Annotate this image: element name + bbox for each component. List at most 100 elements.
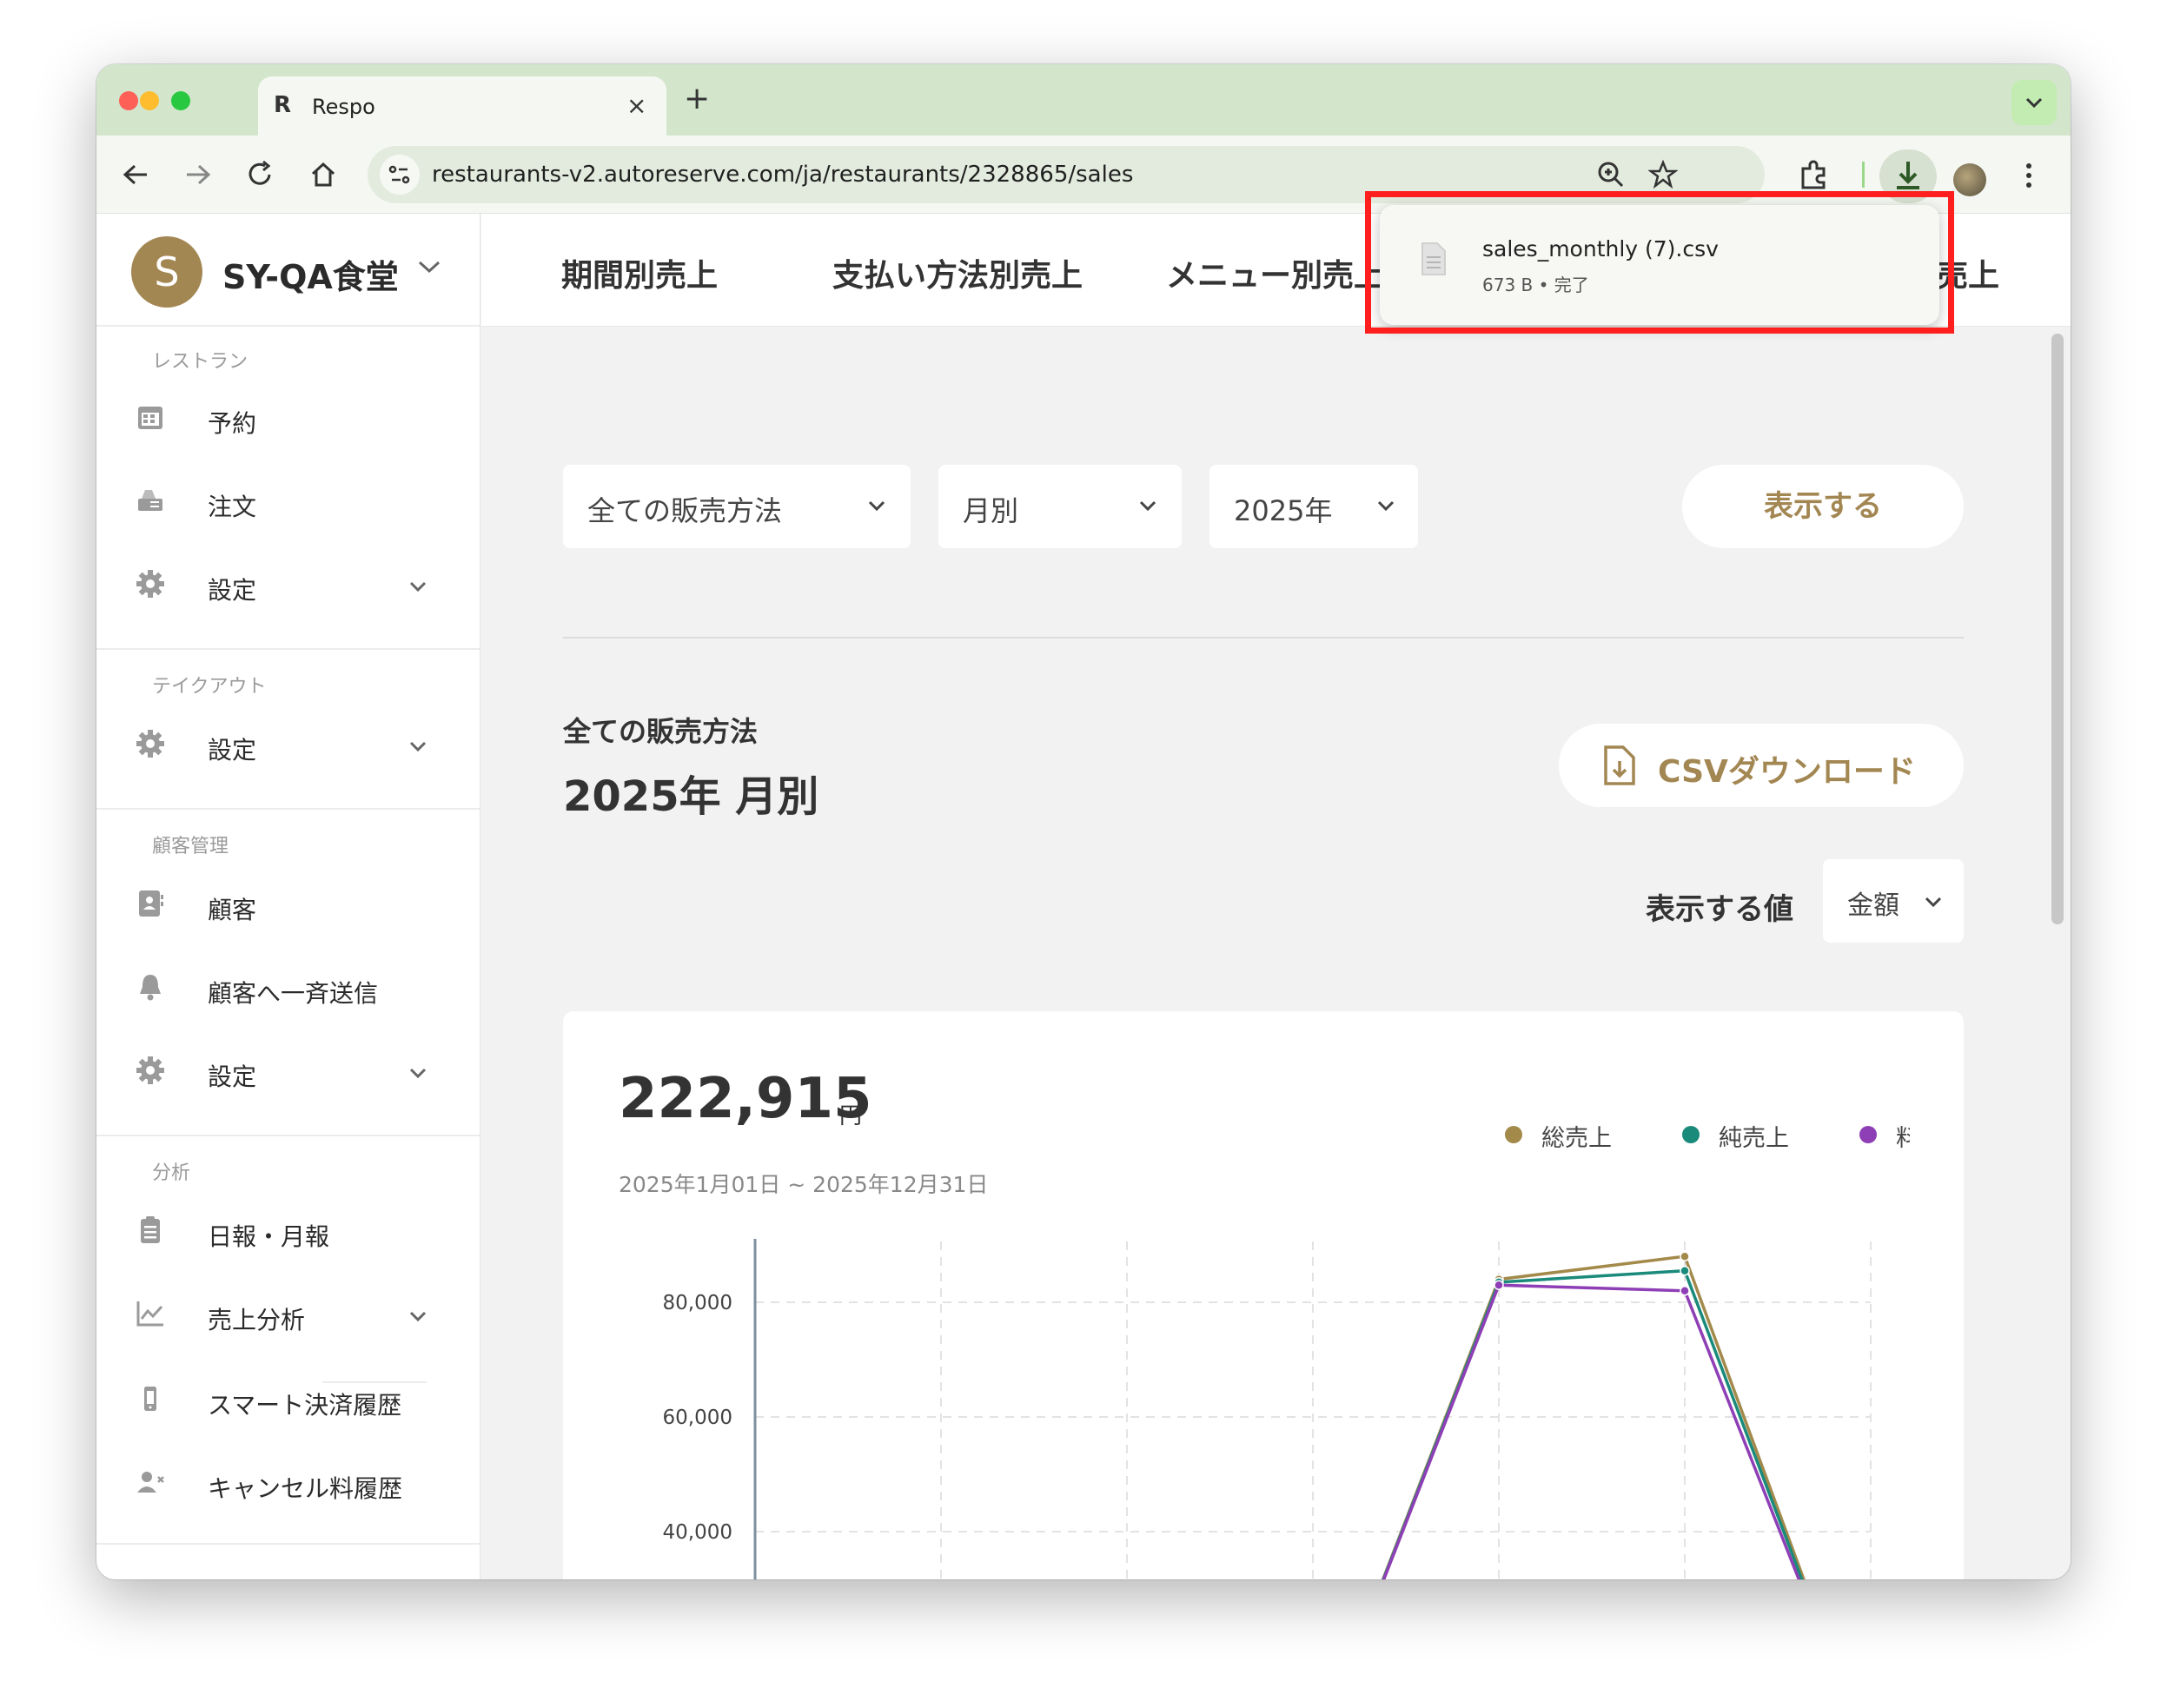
tab-search-button[interactable] — [2011, 80, 2057, 125]
zoom-window-button[interactable] — [171, 91, 190, 110]
back-icon[interactable] — [121, 162, 150, 188]
sidebar-item-sales-analysis[interactable]: 売上分析 — [96, 1286, 480, 1347]
sidebar-divider — [96, 325, 480, 327]
sidebar-item-order[interactable]: 注文 — [96, 473, 480, 533]
zoom-icon[interactable] — [1596, 160, 1626, 189]
sidebar-item-label: 顧客 — [208, 896, 257, 924]
close-tab-icon[interactable]: × — [626, 91, 646, 120]
chevron-down-icon — [1377, 500, 1395, 512]
main-content: 全ての販売方法 月別 2025年 表示する 全ての販売方法 2025年 月別 C… — [481, 328, 2071, 1579]
year-select[interactable]: 2025年 — [1209, 465, 1418, 548]
sidebar-item-label: 顧客へ一斉送信 — [208, 979, 379, 1008]
browser-tab[interactable]: R Respo × — [258, 76, 666, 136]
report-title: 2025年 月別 — [563, 772, 819, 821]
sidebar-item-broadcast[interactable]: 顧客へ一斉送信 — [96, 959, 480, 1020]
url-text: restaurants-v2.autoreserve.com/ja/restau… — [432, 162, 1134, 188]
sidebar-item-settings-customer[interactable]: 設定 — [96, 1043, 480, 1103]
gear-icon — [136, 570, 164, 598]
tab-bar: R Respo × + — [96, 64, 2071, 136]
data-point — [1680, 1251, 1690, 1261]
sidebar-divider — [96, 1135, 480, 1136]
sidebar-item-daily-monthly[interactable]: 日報・月報 — [96, 1202, 480, 1263]
value-select-value: 金額 — [1847, 890, 1899, 921]
chevron-down-icon — [1139, 500, 1156, 512]
csv-download-button[interactable]: CSVダウンロード — [1559, 724, 1964, 807]
minimize-window-button[interactable] — [140, 91, 159, 110]
show-button[interactable]: 表示する — [1682, 465, 1964, 548]
sales-method-select[interactable]: 全ての販売方法 — [563, 465, 911, 548]
restaurant-logo: S — [131, 236, 202, 308]
sidebar-divider — [96, 808, 480, 810]
new-tab-button[interactable]: + — [684, 83, 710, 115]
sidebar-item-smart-payment[interactable]: スマート決済履歴 — [96, 1371, 480, 1432]
browser-window: R Respo × + restaurants-v2.autoreserve.c… — [96, 64, 2071, 1579]
sales-method-value: 全ての販売方法 — [587, 494, 783, 527]
scrollbar[interactable] — [2051, 334, 2064, 924]
report-method-label: 全ての販売方法 — [563, 715, 759, 748]
more-menu-icon[interactable] — [2022, 160, 2036, 191]
y-tick-label: 60,000 — [663, 1407, 732, 1429]
sidebar-divider — [96, 648, 480, 650]
y-tick-label: 40,000 — [663, 1521, 732, 1544]
clipboard-icon — [141, 1216, 160, 1243]
sidebar-item-label: 設定 — [208, 736, 257, 765]
respo-favicon-icon: R — [274, 92, 292, 118]
extensions-icon[interactable] — [1796, 158, 1831, 193]
calendar-icon — [138, 407, 162, 429]
sidebar-item-label: 設定 — [208, 1063, 257, 1091]
bookmark-star-icon[interactable] — [1648, 160, 1678, 189]
csv-button-label: CSVダウンロード — [1658, 754, 1916, 790]
highlight-box — [1365, 191, 1954, 334]
chevron-down-icon — [1925, 897, 1942, 908]
sidebar-item-label: 売上分析 — [208, 1306, 306, 1334]
data-point — [1494, 1280, 1504, 1290]
sidebar-item-label: 日報・月報 — [208, 1222, 330, 1251]
toolbar-separator — [1862, 162, 1865, 188]
sidebar-item-label: 注文 — [208, 493, 257, 521]
home-icon[interactable] — [308, 160, 338, 189]
contact-book-icon — [139, 890, 163, 917]
section-analysis: 分析 — [152, 1162, 191, 1184]
sidebar-item-label: スマート決済履歴 — [208, 1391, 402, 1420]
reload-icon[interactable] — [246, 160, 275, 189]
profile-avatar[interactable] — [1953, 163, 1986, 196]
year-value: 2025年 — [1234, 494, 1333, 527]
chevron-down-icon — [409, 1311, 427, 1322]
sales-line-chart: 80,00060,00040,00020,000 — [663, 1239, 1872, 1579]
sidebar-item-customers[interactable]: 顧客 — [96, 876, 480, 937]
tab-payment-sales[interactable]: 支払い方法別売上 — [832, 250, 1083, 295]
sidebar-item-label: 予約 — [208, 409, 257, 438]
tab-title: Respo — [312, 95, 375, 119]
chevron-down-icon — [868, 500, 885, 512]
sidebar-item-settings-takeout[interactable]: 設定 — [96, 716, 480, 777]
sidebar-item-settings-restaurant[interactable]: 設定 — [96, 556, 480, 617]
period-select[interactable]: 月別 — [938, 465, 1182, 548]
section-restaurant: レストラン — [152, 351, 249, 373]
restaurant-name[interactable]: SY-QA食堂 — [222, 250, 399, 298]
sidebar-item-label: 設定 — [208, 576, 257, 605]
close-window-button[interactable] — [119, 91, 138, 110]
chevron-down-icon — [409, 741, 427, 752]
sidebar-item-reservation[interactable]: 予約 — [96, 389, 480, 450]
tab-period-sales[interactable]: 期間別売上 — [561, 250, 718, 295]
data-point — [1680, 1265, 1690, 1276]
forward-icon[interactable] — [183, 162, 213, 188]
section-customer: 顧客管理 — [152, 836, 229, 857]
value-label: 表示する値 — [1646, 892, 1793, 927]
chevron-down-icon — [409, 581, 427, 593]
value-select[interactable]: 金額 — [1823, 859, 1964, 943]
y-tick-label: 80,000 — [663, 1292, 732, 1314]
sidebar-divider — [96, 1543, 480, 1545]
sidebar-item-cancel-fee[interactable]: キャンセル料履歴 — [96, 1454, 480, 1515]
chevron-down-icon — [2025, 97, 2043, 109]
chevron-down-icon — [409, 1068, 427, 1079]
order-icon — [138, 490, 162, 511]
site-info-icon[interactable] — [380, 155, 420, 195]
gear-icon — [136, 730, 164, 758]
bell-icon — [140, 975, 161, 1001]
file-download-icon — [1604, 745, 1635, 785]
gear-icon — [136, 1056, 164, 1084]
chevron-down-icon[interactable] — [416, 259, 442, 276]
tab-menu-sales[interactable]: メニュー別売上 — [1166, 250, 1385, 295]
chart-card: 222,915 円 2025年1月01日 ~ 2025年12月31日 総売上 純… — [563, 1011, 1964, 1579]
